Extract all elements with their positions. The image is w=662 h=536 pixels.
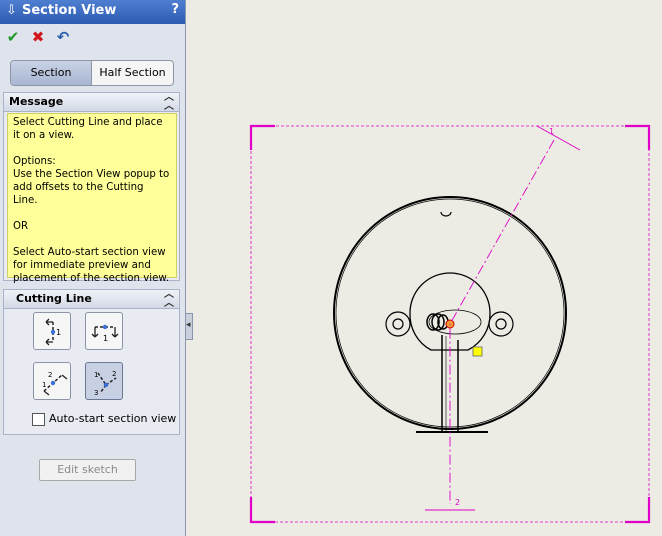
ok-button[interactable]: ✔: [3, 28, 23, 46]
svg-text:1: 1: [42, 381, 46, 389]
property-manager-panel: ⇩ Section View ? ✔ ✖ ↶ Section Half Sect…: [0, 0, 186, 536]
panel-title-bar: ⇩ Section View ?: [0, 0, 185, 24]
message-paragraph: Options: Use the Section View popup to ad…: [13, 156, 170, 206]
section-type-tabs: Section Half Section: [10, 60, 174, 86]
svg-text:1: 1: [94, 371, 98, 379]
auxiliary-line-icon: 2 1: [42, 371, 68, 396]
tab-section[interactable]: Section: [11, 61, 92, 85]
cursor-marker-icon: [472, 346, 483, 357]
message-paragraph: Select Auto-start section view for immed…: [13, 247, 169, 284]
cutting-line-header[interactable]: Cutting Line ︿ ︿: [4, 290, 179, 309]
vertical-cutting-line-button[interactable]: 1: [33, 312, 71, 350]
undo-button[interactable]: ↶: [53, 28, 73, 46]
message-group: Message ︿ ︿ Select Cutting Line and place…: [3, 92, 180, 284]
graphics-area[interactable]: 1 2: [187, 0, 662, 536]
svg-text:3: 3: [94, 389, 98, 397]
svg-text:2: 2: [112, 370, 116, 378]
vertical-line-icon: 1: [45, 318, 61, 346]
horizontal-cutting-line-button[interactable]: 1: [85, 312, 123, 350]
aligned-cutting-line-button[interactable]: 1 2 3: [85, 362, 123, 400]
edit-sketch-button[interactable]: Edit sketch: [39, 459, 136, 481]
section-view-icon: ⇩: [6, 3, 17, 18]
cutting-line-label: 2: [455, 498, 460, 507]
aligned-line-icon: 1 2 3: [94, 370, 116, 397]
cutting-line-group: Cutting Line ︿ ︿ 1 1 2 1 1 2 3 Auto-star…: [3, 289, 180, 435]
svg-text:2: 2: [48, 371, 52, 379]
auxiliary-cutting-line-button[interactable]: 2 1: [33, 362, 71, 400]
cancel-button[interactable]: ✖: [28, 28, 48, 46]
cutting-line[interactable]: [425, 125, 581, 511]
message-paragraph: OR: [13, 221, 29, 232]
message-body: Select Cutting Line and place it on a vi…: [7, 113, 177, 284]
cutting-line-label: 1: [549, 127, 554, 136]
message-paragraph: Select Cutting Line and place it on a vi…: [13, 117, 163, 141]
panel-title: Section View: [22, 3, 117, 18]
cutting-line-header-label: Cutting Line: [16, 292, 92, 305]
help-button[interactable]: ?: [171, 2, 179, 17]
auto-start-label[interactable]: Auto-start section view: [49, 412, 176, 425]
message-header[interactable]: Message ︿ ︿: [4, 93, 179, 112]
collapse-icon[interactable]: ︿ ︿: [164, 93, 174, 112]
tab-half-section[interactable]: Half Section: [92, 61, 173, 85]
message-header-label: Message: [9, 95, 64, 108]
svg-text:1: 1: [103, 334, 108, 343]
collapse-icon[interactable]: ︿ ︿: [164, 290, 174, 309]
auto-start-checkbox[interactable]: [32, 413, 45, 426]
horizontal-line-icon: 1: [91, 324, 119, 343]
svg-text:1: 1: [56, 328, 61, 337]
